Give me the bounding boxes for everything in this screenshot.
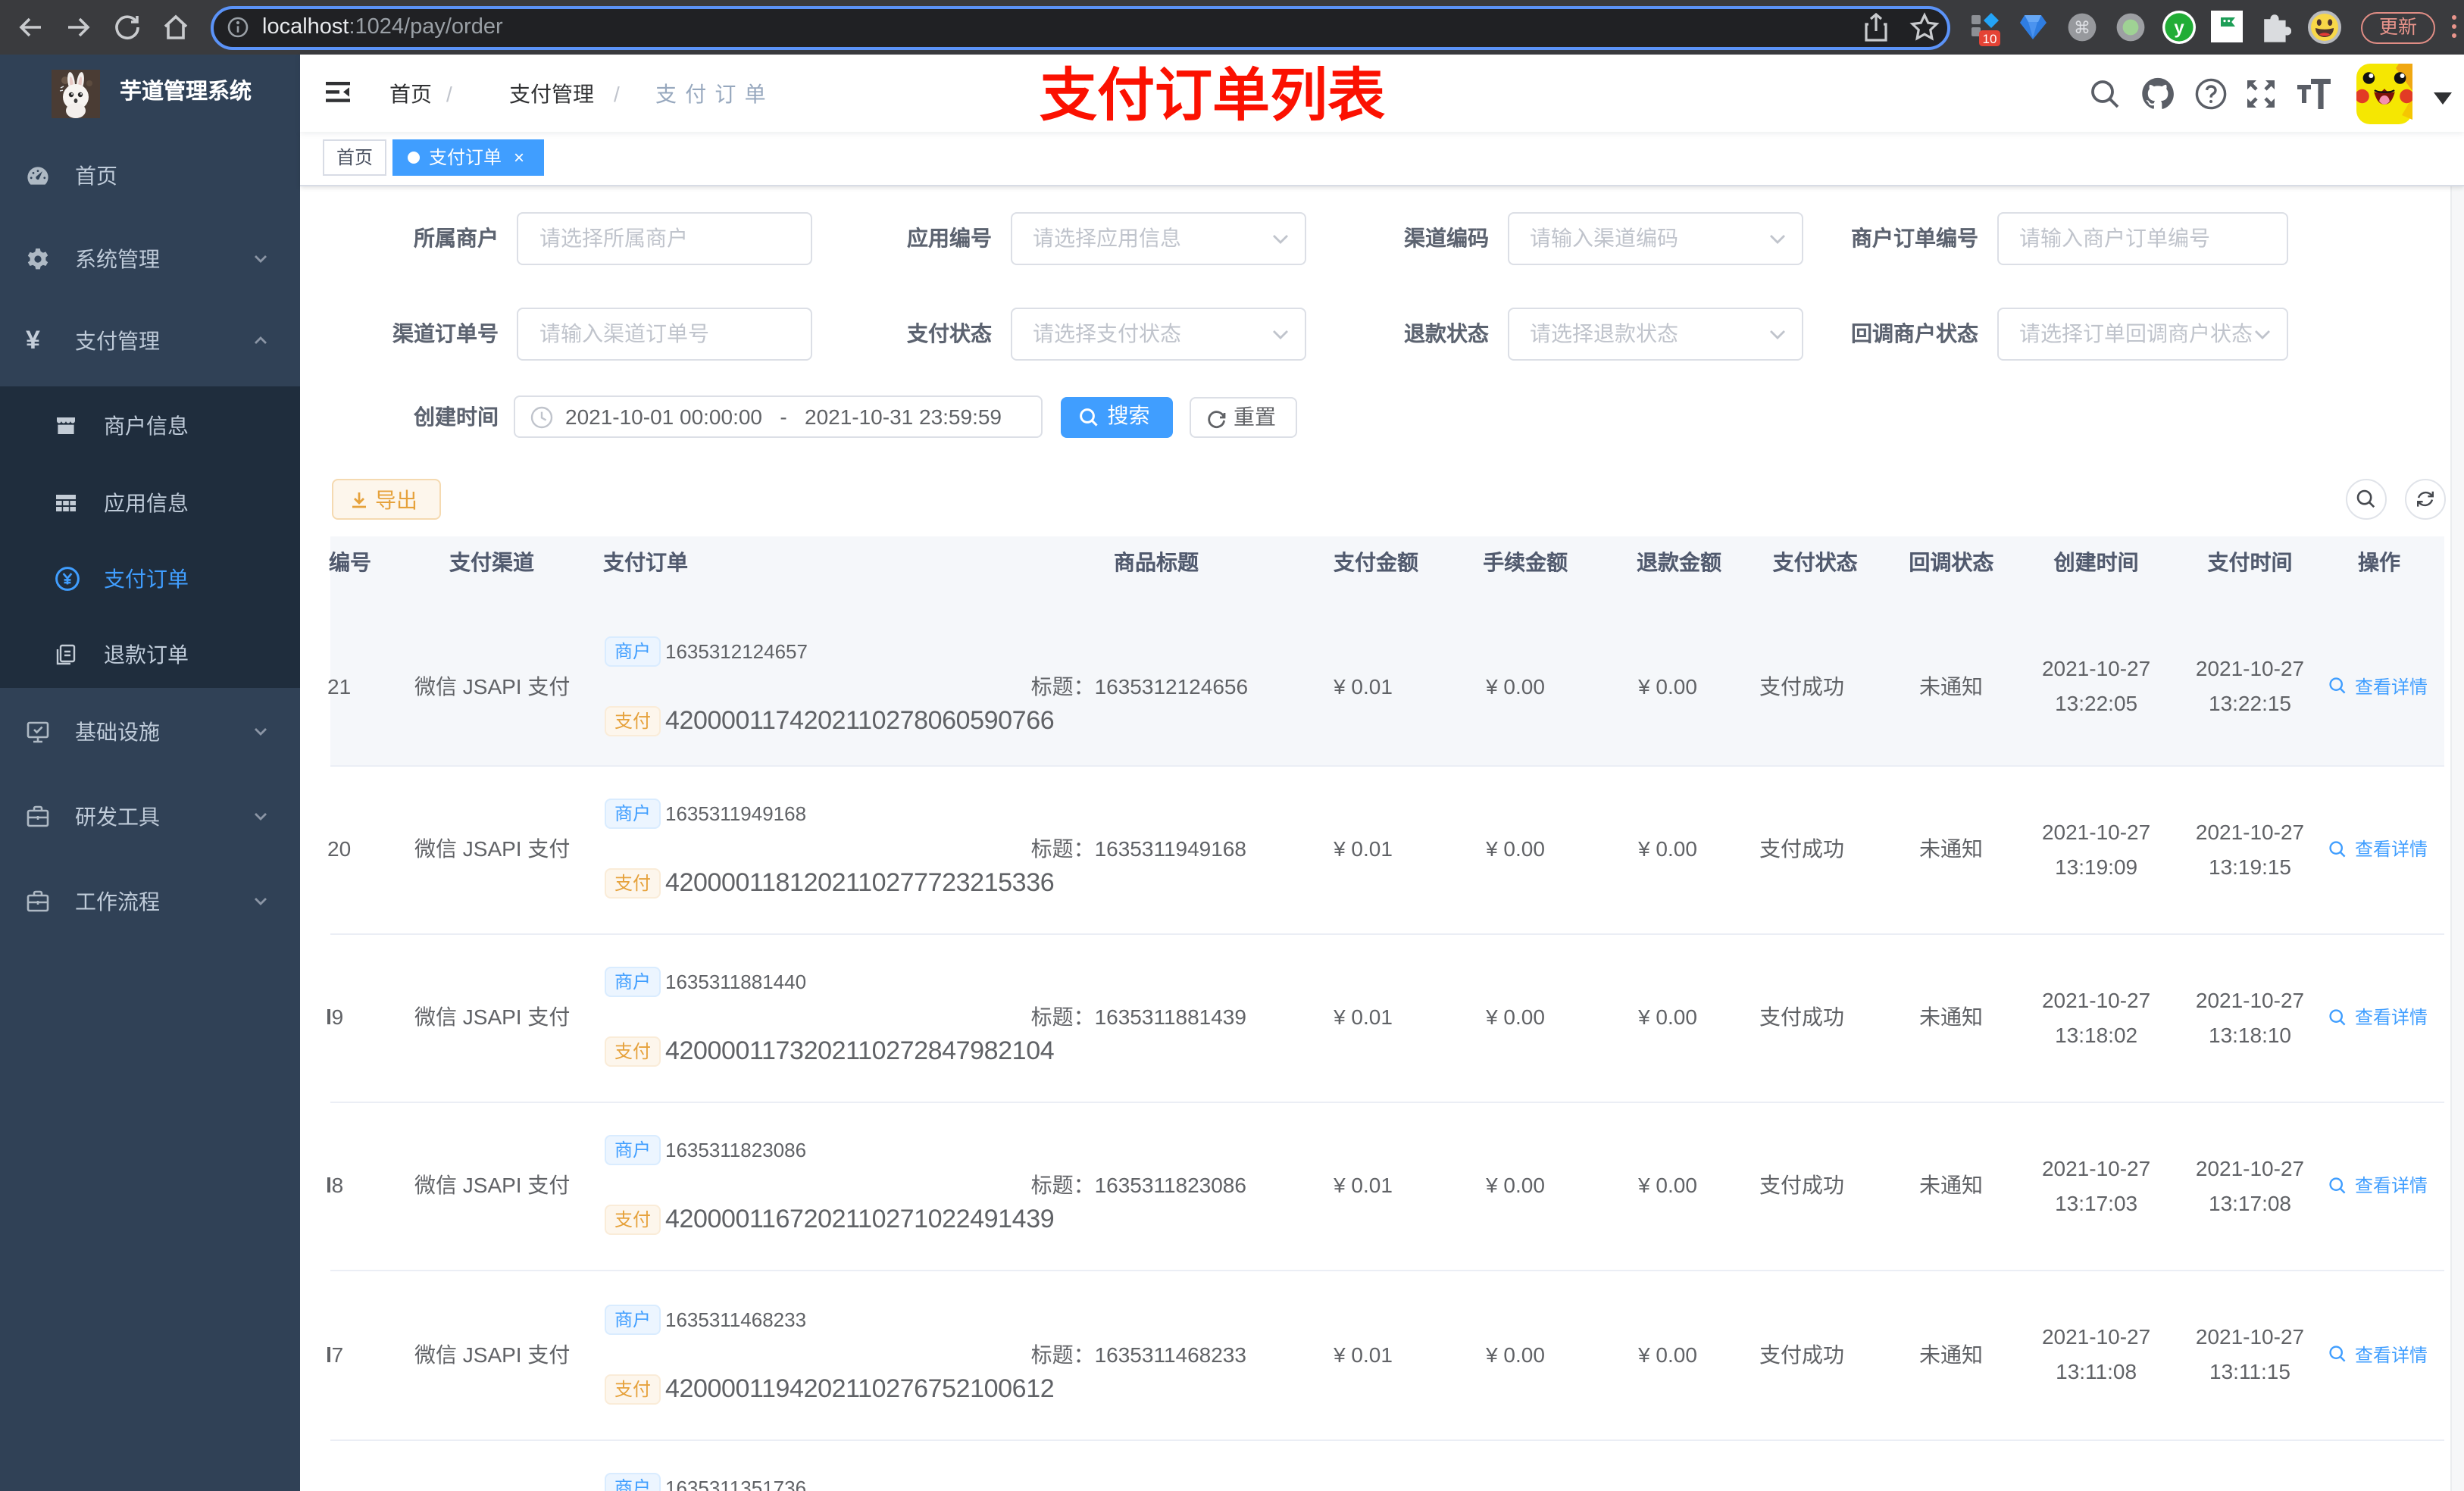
- svg-text:10: 10: [1983, 32, 1997, 46]
- svg-text:y: y: [2174, 17, 2184, 38]
- svg-text:⌘: ⌘: [2074, 18, 2090, 37]
